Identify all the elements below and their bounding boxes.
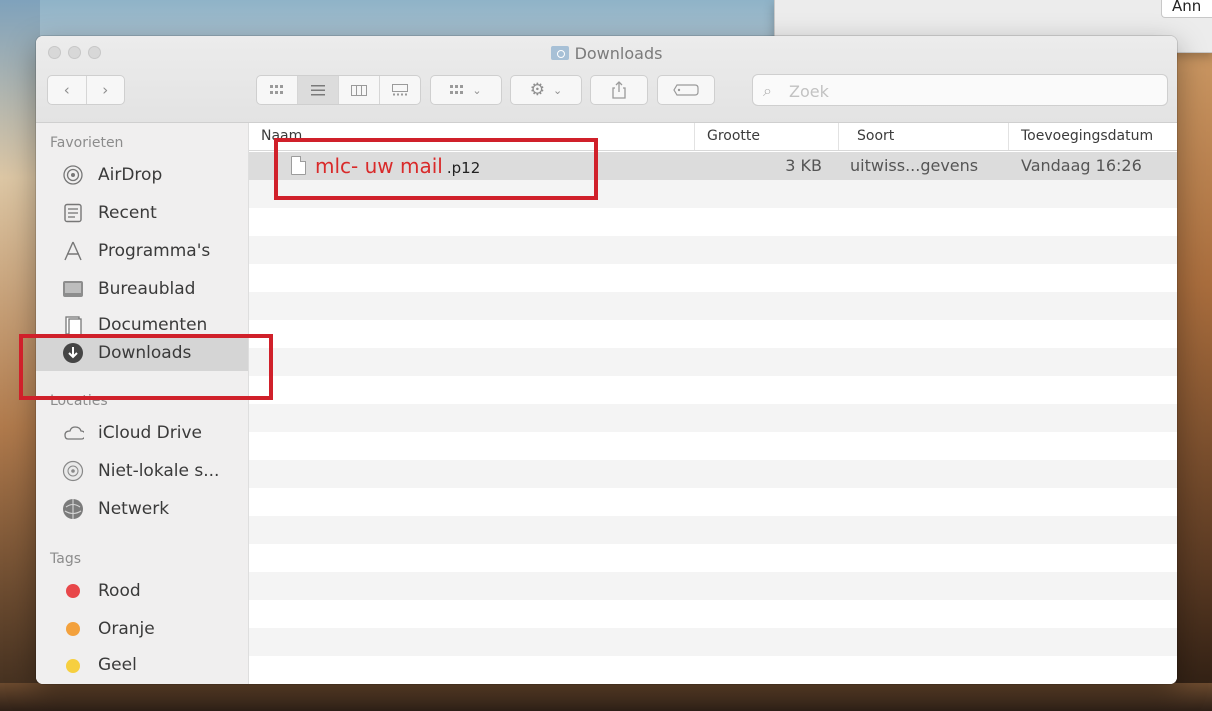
tag-dot-icon [62,655,84,673]
sidebar-tag-red[interactable]: Rood [36,573,248,609]
sidebar-item-icloud[interactable]: iCloud Drive [36,415,248,451]
empty-row [249,572,1177,600]
chevron-down-icon: ⌄ [472,83,482,97]
column-header: Naam Grootte Soort Toevoegingsdatum [249,123,1177,151]
sidebar-tag-yellow[interactable]: Geel [36,649,248,673]
search-field[interactable]: ⌕ [752,74,1168,106]
sidebar-item-label: Recent [98,203,157,223]
sidebar-item-label: Bureaublad [98,279,196,299]
sidebar-item-label: iCloud Drive [98,423,203,443]
documents-icon [62,315,84,335]
column-date-added[interactable]: Toevoegingsdatum [1008,123,1177,150]
sidebar-item-label: Documenten [98,315,208,335]
icloud-icon [62,422,84,444]
share-icon [612,81,626,99]
empty-row [249,180,1177,208]
file-kind-cell: uitwiss...gevens [850,156,979,175]
gallery-view-icon [392,84,408,96]
icon-view-button[interactable] [257,76,298,104]
column-kind[interactable]: Soort [838,123,1008,150]
sidebar-item-desktop[interactable]: Bureaublad [36,271,248,307]
view-mode-buttons [256,75,421,105]
icon-view-icon [270,85,283,94]
group-button[interactable]: ⌄ [430,75,502,105]
sidebar-item-label: Niet-lokale s... [98,461,220,481]
downloads-folder-icon [550,46,569,60]
recent-icon [62,202,84,224]
window-title-text: Downloads [574,44,663,63]
empty-row [249,236,1177,264]
sidebar-item-documents[interactable]: Documenten [36,309,248,335]
column-view-icon [351,84,367,96]
desktop-wallpaper-bottom [0,683,1212,711]
navigation-buttons: ‹ › [47,75,125,105]
file-date-cell: Vandaag 16:26 [1021,156,1142,175]
search-icon: ⌕ [763,81,772,100]
desktop-wallpaper-right [1176,0,1212,711]
downloads-icon [62,342,84,364]
desktop-icon [62,278,84,300]
window-title: Downloads [36,44,1177,63]
titlebar: Downloads ‹ › ⌄ ⚙ ⌄ ⌕ Zoek [36,36,1177,123]
remote-disc-icon [62,460,84,482]
sidebar-section-favorites: Favorieten [50,135,124,151]
sidebar-item-label: AirDrop [98,165,163,185]
tags-button[interactable] [657,75,715,105]
airdrop-icon [62,164,84,186]
empty-row [249,404,1177,432]
column-name[interactable]: Naam [249,123,694,150]
sidebar-item-label: Oranje [98,619,155,639]
empty-row [249,628,1177,656]
empty-row [249,516,1177,544]
search-input[interactable] [787,78,1151,104]
table-row[interactable]: mlc- uw mail .p12 3 KB uitwiss...gevens V… [249,152,1177,180]
applications-icon [62,240,84,262]
list-view-icon [311,84,325,95]
file-icon [291,156,306,175]
sidebar-tag-orange[interactable]: Oranje [36,611,248,647]
gear-icon: ⚙ [529,80,546,100]
tag-icon [673,84,699,96]
action-button[interactable]: ⚙ ⌄ [510,75,582,105]
empty-row [249,348,1177,376]
dialog-button[interactable]: Ann [1161,0,1212,18]
empty-row [249,460,1177,488]
chevron-down-icon: ⌄ [553,83,563,97]
sidebar-item-label: Netwerk [98,499,170,519]
desktop-wallpaper-left [0,0,40,711]
sidebar-item-label: Programma's [98,241,211,261]
column-size[interactable]: Grootte [694,123,838,150]
file-extension: .p12 [446,159,481,177]
forward-button[interactable]: › [87,76,125,104]
sidebar-item-downloads[interactable]: Downloads [36,335,248,371]
sidebar-section-locations: Locaties [50,393,108,409]
chevron-left-icon: ‹ [63,81,70,99]
sidebar-section-tags: Tags [50,551,81,567]
gallery-view-button[interactable] [380,76,420,104]
file-name: mlc- uw mail [315,154,443,178]
back-button[interactable]: ‹ [48,76,87,104]
share-button[interactable] [590,75,648,105]
finder-window: Downloads ‹ › ⌄ ⚙ ⌄ ⌕ Zoek Favorieten Ai… [36,36,1177,684]
sidebar: Favorieten AirDrop Recent Programma's Bu… [36,123,249,684]
sidebar-item-recent[interactable]: Recent [36,195,248,231]
file-name-cell: mlc- uw mail .p12 [315,152,480,180]
sidebar-item-label: Downloads [98,343,192,363]
sidebar-item-label: Geel [98,655,137,673]
chevron-right-icon: › [102,81,109,99]
file-list: Naam Grootte Soort Toevoegingsdatum mlc-… [249,123,1177,684]
sidebar-item-network[interactable]: Netwerk [36,491,248,527]
empty-row [249,292,1177,320]
network-icon [62,498,84,520]
sidebar-item-airdrop[interactable]: AirDrop [36,157,248,193]
sidebar-item-remote-disc[interactable]: Niet-lokale s... [36,453,248,489]
sidebar-item-label: Rood [98,581,141,601]
column-view-button[interactable] [339,76,380,104]
list-view-button[interactable] [298,76,339,104]
tag-dot-icon [62,618,84,640]
sidebar-item-applications[interactable]: Programma's [36,233,248,269]
tag-dot-icon [62,580,84,602]
file-size-cell: 3 KB [785,156,822,175]
group-icon [450,85,464,94]
